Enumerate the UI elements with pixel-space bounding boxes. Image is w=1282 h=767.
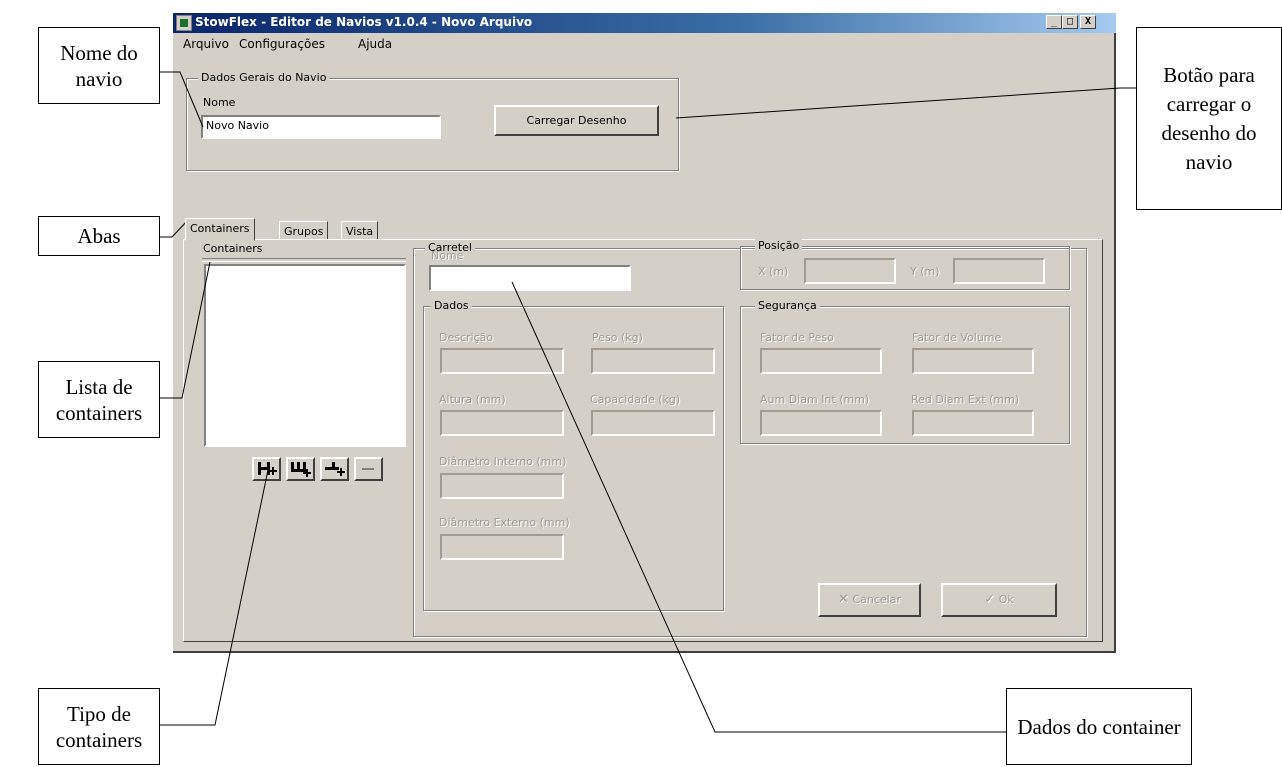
tab-containers[interactable]: Containers [185, 218, 255, 241]
callout-lista-containers: Lista de containers [38, 361, 160, 438]
leader-abas [160, 219, 189, 238]
leader-botao-carregar [675, 87, 1136, 119]
callout-botao-carregar: Botão para carregar o desenho do navio [1136, 27, 1282, 210]
callout-nome-navio: Nome do navio [38, 27, 160, 104]
callout-dados-container: Dados do container [1006, 688, 1192, 765]
callout-abas: Abas [38, 216, 160, 256]
leader-nome-navio [160, 71, 204, 128]
callout-tipo-containers: Tipo de containers [38, 688, 160, 765]
leader-dados [511, 281, 1006, 733]
callout-leader-lines [160, 71, 1136, 733]
leader-lista [160, 261, 211, 399]
leader-tipo [160, 469, 269, 726]
